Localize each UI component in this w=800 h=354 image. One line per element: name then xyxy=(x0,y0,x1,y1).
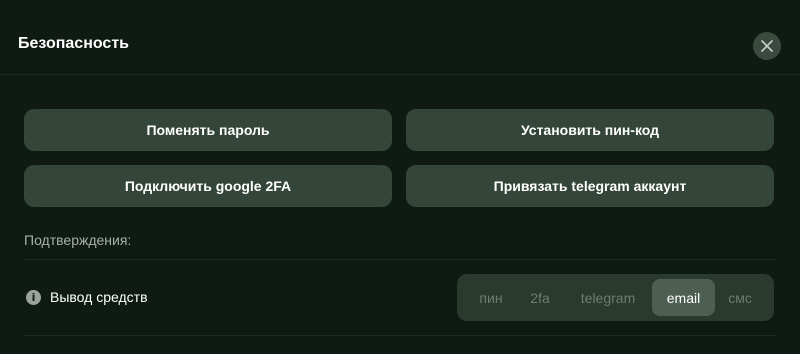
option-2fa[interactable]: 2fa xyxy=(525,279,555,316)
divider xyxy=(24,259,776,260)
option-telegram[interactable]: telegram xyxy=(575,279,641,316)
confirmations-label: Подтверждения: xyxy=(24,232,132,248)
change-password-button[interactable]: Поменять пароль xyxy=(24,109,392,151)
withdrawal-label: Вывод средств xyxy=(50,289,148,305)
modal-header: Безопасность xyxy=(0,0,800,75)
modal-title: Безопасность xyxy=(18,35,129,52)
close-button[interactable] xyxy=(753,32,781,60)
security-modal: Безопасность Поменять пароль Установить … xyxy=(0,0,800,354)
link-telegram-button[interactable]: Привязать telegram аккаунт xyxy=(406,165,774,207)
close-icon xyxy=(761,40,773,52)
withdrawal-confirmation-selector: пин 2fa telegram email смс xyxy=(457,274,774,321)
connect-google-2fa-button[interactable]: Подключить google 2FA xyxy=(24,165,392,207)
withdrawal-row-label: i Вывод средств xyxy=(26,289,148,305)
option-email[interactable]: email xyxy=(652,279,715,316)
set-pin-button[interactable]: Установить пин-код xyxy=(406,109,774,151)
option-sms[interactable]: смс xyxy=(725,279,755,316)
divider xyxy=(24,335,776,336)
option-pin[interactable]: пин xyxy=(475,279,507,316)
info-icon: i xyxy=(26,289,41,305)
